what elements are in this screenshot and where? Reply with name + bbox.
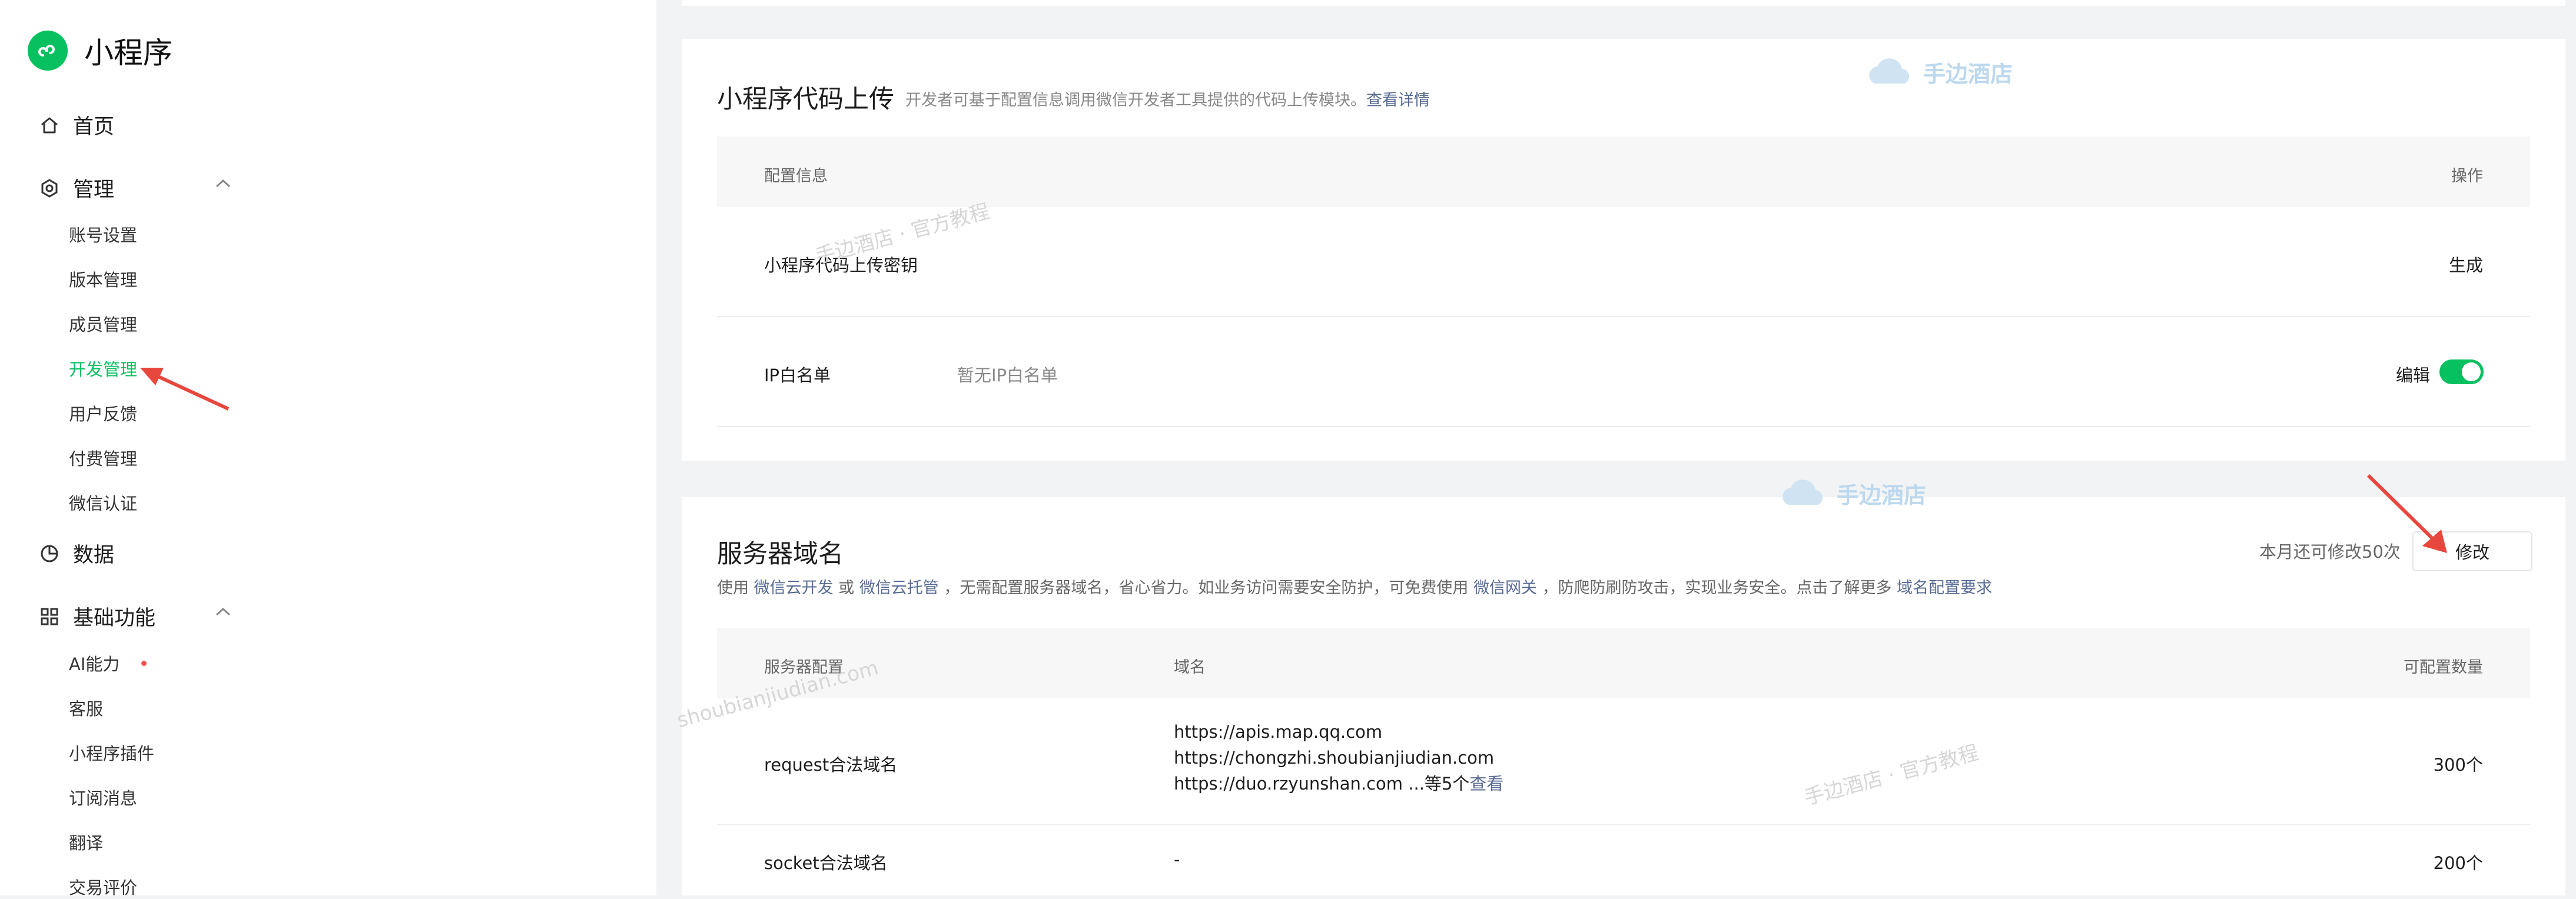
row-label-ip-whitelist: IP白名单 — [764, 365, 831, 385]
nav-basic-label: 基础功能 — [73, 607, 156, 630]
nav-basic-functions[interactable]: 基础功能 — [38, 601, 238, 631]
row-label-request-domain: request合法域名 — [764, 755, 898, 775]
domain-entry: https://duo.rzyunshan.com ...等5个查看 — [1174, 774, 1504, 794]
app-logo: 小程序 — [28, 29, 172, 72]
column-header-action: 操作 — [2451, 167, 2483, 185]
view-more-link[interactable]: 查看 — [1469, 774, 1503, 794]
annotation-arrow — [2366, 474, 2447, 553]
sidebar-item-subscribe-msg[interactable]: 订阅消息 — [69, 785, 137, 810]
nav-data-label: 数据 — [73, 544, 115, 567]
request-domain-list: https://apis.map.qq.com https://chongzhi… — [1174, 719, 1503, 797]
table-row: socket合法域名 - 200个 — [717, 825, 2530, 895]
card-title-server-domain: 服务器域名 — [717, 540, 844, 569]
code-upload-hint: 开发者可基于配置信息调用微信开发者工具提供的代码上传模块。查看详情 — [905, 91, 1430, 109]
sidebar-item-customer-service[interactable]: 客服 — [69, 695, 103, 720]
sidebar-item-plugins[interactable]: 小程序插件 — [69, 740, 154, 765]
cloud-hosting-link[interactable]: 微信云托管 — [859, 579, 939, 597]
code-upload-card: 小程序代码上传 开发者可基于配置信息调用微信开发者工具提供的代码上传模块。查看详… — [682, 39, 2565, 461]
domain-requirements-link[interactable]: 域名配置要求 — [1897, 579, 1992, 597]
domain-entry: https://apis.map.qq.com — [1174, 722, 1383, 742]
sidebar-item-translate[interactable]: 翻译 — [69, 830, 103, 854]
cloud-icon — [1782, 480, 1823, 505]
ip-whitelist-value: 暂无IP白名单 — [957, 365, 1058, 385]
app-title: 小程序 — [84, 36, 172, 70]
sidebar-item-user-feedback[interactable]: 用户反馈 — [69, 401, 137, 425]
sidebar-item-wechat-verify[interactable]: 微信认证 — [69, 490, 137, 515]
nav-home[interactable]: 首页 — [38, 110, 114, 140]
column-header-count: 可配置数量 — [2404, 658, 2483, 677]
grid-icon — [38, 605, 61, 628]
sidebar-item-version-manage[interactable]: 版本管理 — [69, 267, 137, 291]
ip-whitelist-toggle[interactable] — [2439, 359, 2484, 384]
generate-link[interactable]: 生成 — [2449, 252, 2483, 277]
table-row: request合法域名 https://apis.map.qq.com http… — [717, 698, 2530, 825]
nav-manage-label: 管理 — [73, 178, 115, 202]
annotation-arrow — [140, 368, 230, 411]
chevron-up-icon[interactable] — [214, 178, 232, 192]
toggle-knob — [2462, 362, 2481, 381]
cloud-dev-link[interactable]: 微信云开发 — [754, 579, 834, 597]
miniprogram-logo-icon — [28, 31, 68, 71]
watermark-brand: 手边酒店 — [1863, 54, 2013, 89]
request-domain-count: 300个 — [2433, 755, 2483, 775]
sidebar-item-ai[interactable]: AI能力 — [69, 651, 119, 675]
table-row: IP白名单 暂无IP白名单 编辑 — [717, 317, 2530, 427]
home-icon — [38, 114, 61, 137]
chevron-up-icon[interactable] — [214, 606, 232, 620]
new-badge-dot — [141, 661, 147, 666]
sidebar-item-dev-manage[interactable]: 开发管理 — [69, 356, 137, 381]
sidebar-item-payment-manage[interactable]: 付费管理 — [69, 445, 137, 470]
nav-home-label: 首页 — [73, 115, 115, 139]
table-header: 服务器配置 域名 可配置数量 — [717, 628, 2530, 698]
column-header-domain: 域名 — [1174, 658, 1206, 677]
cloud-icon — [1869, 58, 1910, 84]
edit-link[interactable]: 编辑 — [2396, 362, 2430, 387]
server-domain-card: 服务器域名 本月还可修改50次 修改 使用 微信云开发 或 微信云托管 ，无需配… — [682, 497, 2565, 895]
socket-domain-count: 200个 — [2433, 853, 2483, 873]
previous-card-edge — [682, 0, 2565, 6]
pie-chart-icon — [38, 542, 61, 565]
socket-domain-value: - — [1174, 850, 1180, 870]
card-title-code-upload: 小程序代码上传 — [717, 85, 894, 114]
sidebar-item-member-manage[interactable]: 成员管理 — [69, 311, 137, 336]
settings-icon — [38, 177, 61, 200]
nav-data[interactable]: 数据 — [38, 538, 114, 568]
view-details-link[interactable]: 查看详情 — [1366, 91, 1430, 109]
row-label-socket-domain: socket合法域名 — [764, 853, 888, 873]
wechat-gateway-link[interactable]: 微信网关 — [1473, 579, 1537, 597]
column-header-config: 配置信息 — [764, 167, 828, 185]
domain-entry: https://chongzhi.shoubianjiudian.com — [1174, 748, 1495, 768]
sidebar: 小程序 首页 管理 账号设置 版本管理 成员管理 开发管理 用户反馈 付费管理 … — [0, 0, 656, 898]
server-domain-desc: 使用 微信云开发 或 微信云托管 ，无需配置服务器域名，省心省力。如业务访问需要… — [717, 579, 1993, 597]
watermark-brand: 手边酒店 — [1777, 475, 1926, 511]
sidebar-item-account-settings[interactable]: 账号设置 — [69, 222, 137, 247]
nav-manage[interactable]: 管理 — [38, 173, 238, 203]
table-header: 配置信息 操作 — [717, 136, 2530, 207]
